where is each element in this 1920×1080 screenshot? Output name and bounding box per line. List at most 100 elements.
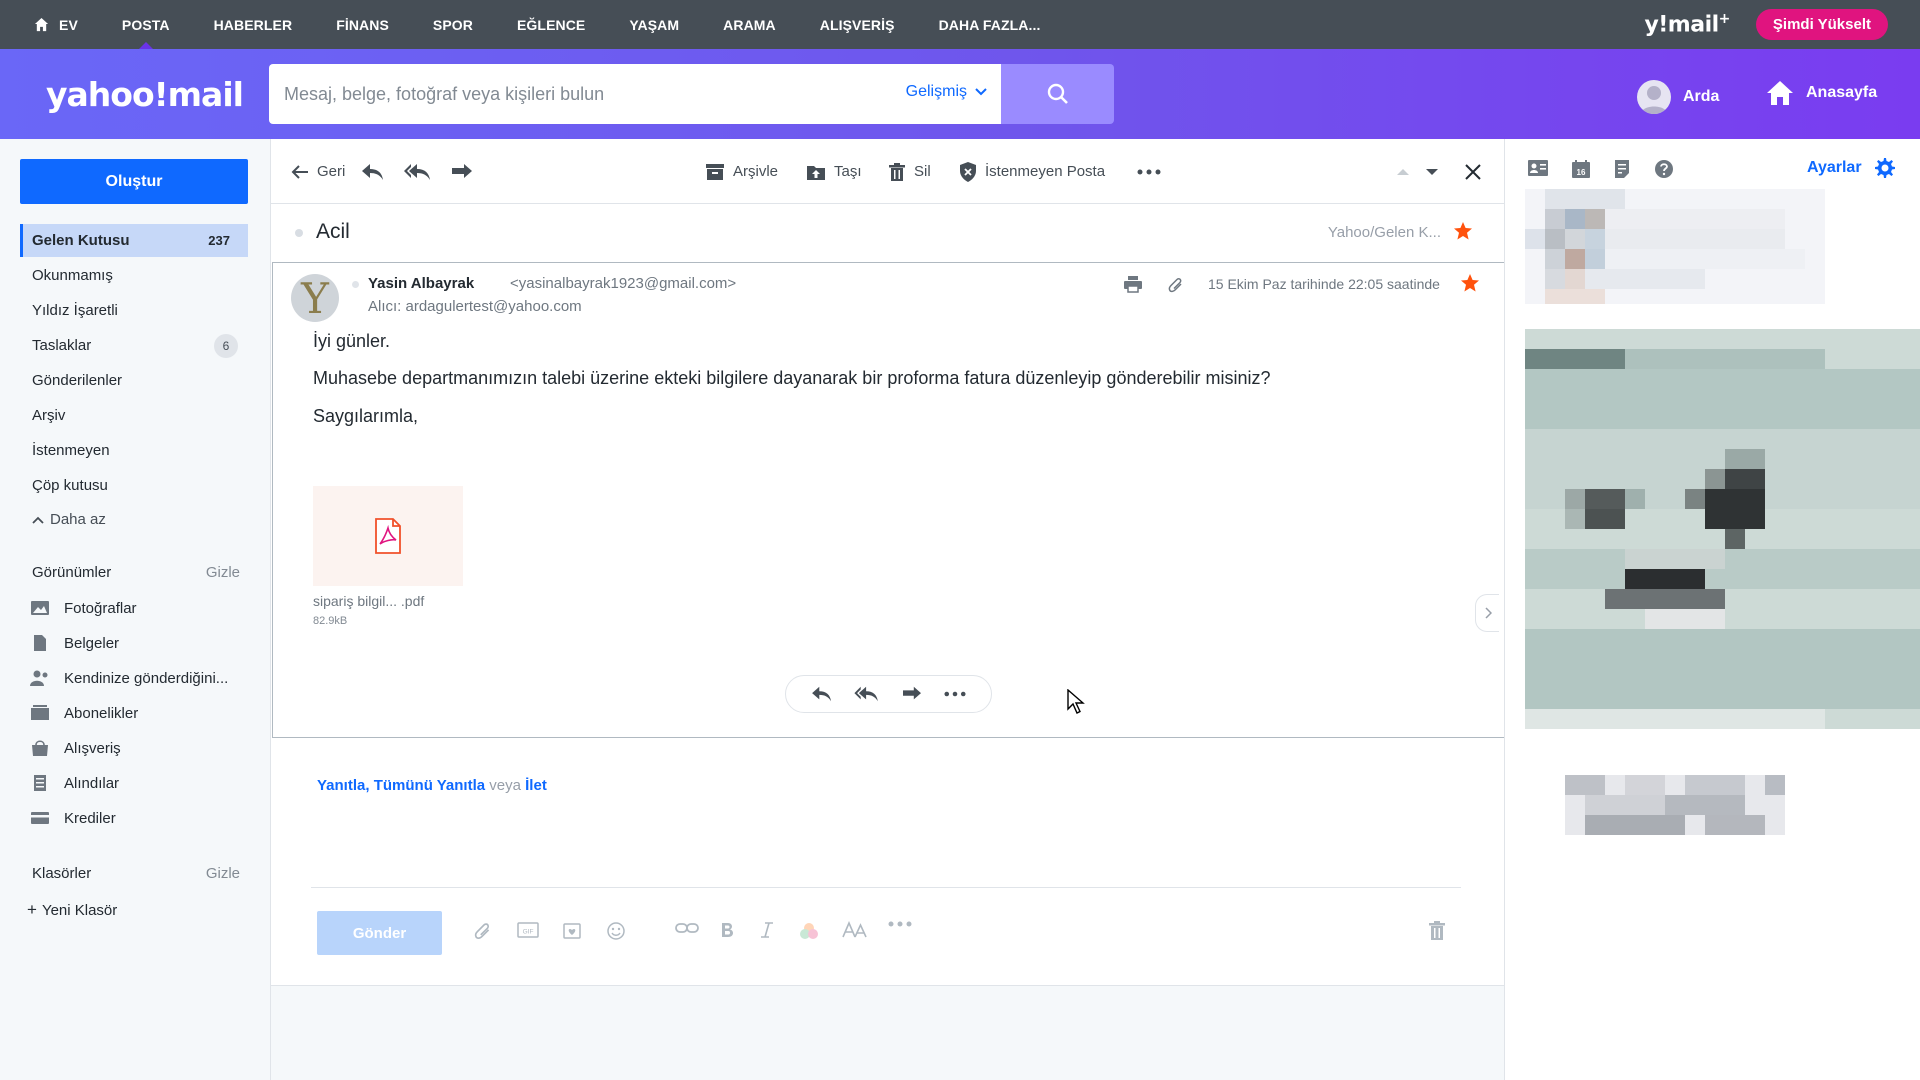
attach-file-button[interactable]: [473, 921, 493, 941]
view-photos[interactable]: Fotoğraflar: [30, 593, 250, 623]
sidebar-item-sent[interactable]: Gönderilenler: [20, 364, 248, 397]
discard-draft-button[interactable]: [1428, 921, 1446, 941]
sidebar-item-spam[interactable]: İstenmeyen: [20, 434, 248, 467]
bold-button[interactable]: [719, 921, 735, 939]
yahoo-mail-logo[interactable]: yahoo!mail: [46, 75, 244, 114]
next-message-button[interactable]: [1425, 139, 1439, 204]
insert-sticker-button[interactable]: [562, 921, 582, 941]
quick-reply-button[interactable]: [811, 685, 833, 703]
quick-forward-button[interactable]: [901, 685, 923, 703]
contacts-icon[interactable]: [1527, 159, 1549, 177]
read-status-dot[interactable]: [352, 281, 359, 288]
gear-icon: [1874, 158, 1895, 178]
sender-avatar[interactable]: Y: [291, 274, 339, 322]
star-icon[interactable]: [1460, 273, 1480, 293]
quick-more-button[interactable]: [944, 691, 966, 697]
nav-entertainment[interactable]: EĞLENCE: [495, 0, 607, 49]
font-size-button[interactable]: [842, 921, 868, 939]
settings-button[interactable]: Ayarlar: [1807, 157, 1896, 179]
reply-button[interactable]: [361, 139, 385, 204]
chevron-right-icon: [1484, 607, 1492, 619]
view-receipts[interactable]: Alındılar: [30, 768, 250, 798]
view-subscriptions[interactable]: Abonelikler: [30, 698, 250, 728]
nav-shopping[interactable]: ALIŞVERİŞ: [798, 0, 917, 49]
folder-label: İstenmeyen: [32, 442, 110, 459]
help-icon[interactable]: [1654, 159, 1674, 179]
ad-image-main[interactable]: [1525, 329, 1920, 834]
delete-label: Sil: [914, 163, 931, 180]
nav-lifestyle[interactable]: YAŞAM: [607, 0, 701, 49]
text-color-button[interactable]: [798, 921, 820, 941]
views-hide-button[interactable]: Gizle: [206, 564, 240, 581]
sidebar-item-starred[interactable]: Yıldız İşaretli: [20, 294, 248, 327]
reply-all-button[interactable]: [404, 139, 432, 204]
ad-text-block[interactable]: [1565, 775, 1785, 835]
star-icon[interactable]: [1453, 221, 1473, 241]
reply-all-link[interactable]: Tümünü Yanıtla: [374, 777, 485, 794]
ymail-plus-logo[interactable]: y!mail+: [1644, 11, 1730, 37]
new-folder-button[interactable]: + Yeni Klasör: [27, 900, 117, 920]
print-icon[interactable]: [1123, 275, 1143, 293]
sidebar-item-drafts[interactable]: Taslaklar 6: [20, 329, 248, 362]
archive-button[interactable]: Arşivle: [705, 139, 778, 204]
back-button[interactable]: Geri: [291, 139, 345, 204]
folders-header: Klasörler Gizle: [32, 865, 240, 882]
nav-mail[interactable]: POSTA: [100, 0, 192, 49]
nav-news[interactable]: HABERLER: [192, 0, 315, 49]
calendar-icon[interactable]: 16: [1571, 159, 1591, 179]
view-label: Kendinize gönderdiğini...: [64, 669, 229, 687]
sidebar-item-trash[interactable]: Çöp kutusu: [20, 469, 248, 502]
notepad-icon[interactable]: [1613, 159, 1631, 179]
views-header: Görünümler Gizle: [32, 564, 240, 581]
paperclip-icon: [1168, 278, 1182, 293]
spam-button[interactable]: İstenmeyen Posta: [959, 139, 1105, 204]
new-folder-label: Yeni Klasör: [41, 901, 118, 919]
italic-button[interactable]: [760, 921, 774, 939]
user-menu[interactable]: Arda: [1637, 80, 1719, 114]
view-credits[interactable]: Krediler: [30, 803, 250, 833]
color-palette-icon: [800, 923, 818, 939]
forward-link[interactable]: İlet: [525, 777, 547, 794]
sidebar-item-archive[interactable]: Arşiv: [20, 399, 248, 432]
sender-name[interactable]: Yasin Albayrak: [368, 275, 474, 292]
folders-hide-button[interactable]: Gizle: [206, 865, 240, 882]
search-button[interactable]: [1001, 64, 1114, 124]
nav-more[interactable]: DAHA FAZLA...: [917, 0, 1063, 49]
reply-link[interactable]: Yanıtla: [317, 777, 365, 794]
attachment-preview[interactable]: [313, 486, 463, 586]
ad-banner-top[interactable]: [1525, 189, 1825, 304]
advanced-search-button[interactable]: Gelişmiş: [906, 83, 987, 101]
view-shopping[interactable]: Alışveriş: [30, 733, 250, 763]
view-documents[interactable]: Belgeler: [30, 628, 250, 658]
search-input[interactable]: [269, 66, 869, 122]
compose-button[interactable]: Oluştur: [20, 159, 248, 204]
sidebar-item-unread[interactable]: Okunmamış: [20, 259, 248, 292]
upgrade-button[interactable]: Şimdi Yükselt: [1755, 9, 1888, 40]
more-actions-button[interactable]: [1137, 139, 1161, 204]
sidebar-item-inbox[interactable]: Gelen Kutusu 237: [20, 224, 248, 257]
italic-icon: [761, 922, 773, 938]
attachment-name[interactable]: sipariş bilgil... .pdf: [313, 593, 424, 609]
insert-link-button[interactable]: [675, 921, 699, 935]
forward-button[interactable]: [450, 139, 474, 204]
homepage-link[interactable]: Anasayfa: [1766, 80, 1877, 106]
nav-search[interactable]: ARAMA: [701, 0, 798, 49]
message-body-request: Muhasebe departmanımızın talebi üzerine …: [313, 368, 1271, 388]
nav-home[interactable]: EV: [0, 0, 100, 49]
delete-button[interactable]: Sil: [888, 139, 931, 204]
previous-message-button[interactable]: [1396, 139, 1410, 204]
more-formatting-button[interactable]: [888, 921, 912, 927]
archive-label: Arşivle: [733, 163, 779, 180]
read-status-dot[interactable]: [295, 229, 303, 237]
insert-emoji-button[interactable]: [606, 921, 626, 941]
next-message-arrow[interactable]: [1475, 594, 1499, 632]
insert-gif-button[interactable]: GIF: [517, 921, 539, 939]
nav-finance[interactable]: FİNANS: [314, 0, 411, 49]
send-button[interactable]: Gönder: [317, 911, 442, 955]
view-sent-to-self[interactable]: Kendinize gönderdiğini...: [30, 663, 250, 693]
quick-reply-all-button[interactable]: [854, 685, 880, 703]
close-button[interactable]: [1464, 139, 1482, 204]
show-less-button[interactable]: Daha az: [32, 511, 106, 528]
move-button[interactable]: Taşı: [806, 139, 862, 204]
nav-sports[interactable]: SPOR: [411, 0, 495, 49]
